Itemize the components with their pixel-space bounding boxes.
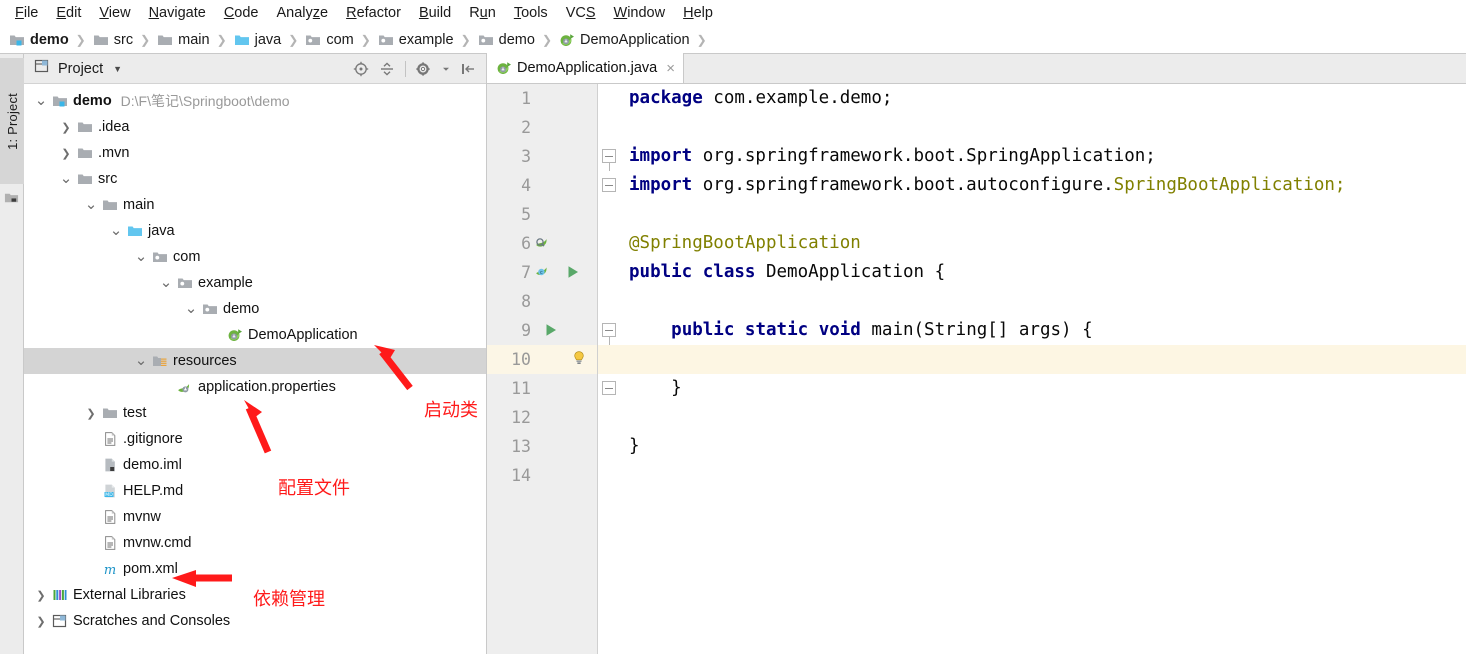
annotation-label-3: 依赖管理 (253, 589, 325, 610)
annotation-label-2: 配置文件 (278, 478, 350, 499)
intellij-window: File Edit View Navigate Code Analyze Refactor B… (0, 0, 1466, 654)
annotation-arrows (172, 345, 413, 587)
annotation-label-1: 启动类 (424, 400, 478, 421)
